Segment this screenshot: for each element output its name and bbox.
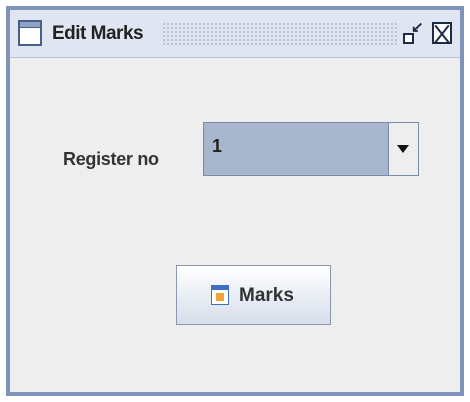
title-bar[interactable]: Edit Marks ↙ <box>10 10 460 58</box>
marks-button-label: Marks <box>239 285 294 306</box>
chevron-down-icon <box>397 145 409 153</box>
register-no-label: Register no <box>63 149 159 169</box>
register-no-value: 1 <box>212 136 223 156</box>
title-grip <box>162 22 398 46</box>
window-title: Edit Marks <box>52 23 144 44</box>
dropdown-arrow-button[interactable] <box>388 123 418 175</box>
register-no-dropdown[interactable]: 1 <box>203 122 419 176</box>
restore-arrow-icon: ↙ <box>411 19 424 36</box>
minimize-button[interactable]: ↙ <box>402 19 424 46</box>
marks-icon <box>211 285 229 305</box>
window-icon <box>18 20 42 46</box>
close-button[interactable] <box>432 22 452 44</box>
marks-button[interactable]: Marks <box>176 265 331 325</box>
edit-marks-window: Edit Marks ↙ Register no 1 Marks <box>6 6 464 396</box>
